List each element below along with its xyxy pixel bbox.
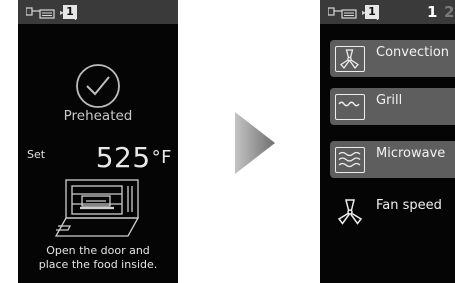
mode-button-convection[interactable]: Convection [330, 40, 455, 77]
instruction-line: place the food inside. [38, 258, 158, 271]
oven-door-open-icon [54, 179, 140, 237]
instruction-line: Open the door and [46, 244, 150, 257]
grill-icon [335, 94, 365, 120]
check-circle-icon [76, 64, 120, 108]
fan-speed-option[interactable]: Fan speed [330, 192, 455, 232]
mode-button-grill[interactable]: Grill [330, 88, 455, 125]
mode-label: Microwave [376, 146, 446, 161]
status-bar: ▸ 1 [18, 0, 178, 24]
page-indicator-next[interactable]: 2 [444, 3, 454, 21]
set-temperature[interactable]: 525°F [96, 143, 172, 173]
oven-mode-icon [328, 7, 357, 19]
oven-mode-icon [26, 7, 55, 19]
preheated-label: Preheated [63, 108, 133, 124]
arrow-right-icon [235, 112, 275, 174]
fan-icon [335, 46, 365, 72]
set-label: Set [27, 148, 46, 161]
fan-speed-label: Fan speed [376, 198, 442, 213]
rack-level-badge: 1 [63, 5, 77, 19]
temperature-value: 525 [95, 141, 151, 174]
preheated-screen: ▸ 1 Preheated Set 525°F Open the door an… [18, 0, 178, 283]
microwave-icon [335, 147, 365, 173]
instruction-text: Open the door and place the food inside. [18, 244, 178, 272]
mode-select-screen: ▸ 1 1 2 Convection Grill Microwave Fan s… [320, 0, 455, 283]
mode-button-microwave[interactable]: Microwave [330, 141, 455, 178]
mode-label: Convection [376, 45, 450, 60]
fan-icon [337, 199, 363, 225]
mode-label: Grill [376, 93, 403, 108]
temperature-unit: °F [151, 147, 172, 168]
page-indicator-current[interactable]: 1 [427, 3, 437, 21]
status-bar: ▸ 1 1 2 [320, 0, 455, 24]
rack-level-badge: 1 [365, 5, 379, 19]
